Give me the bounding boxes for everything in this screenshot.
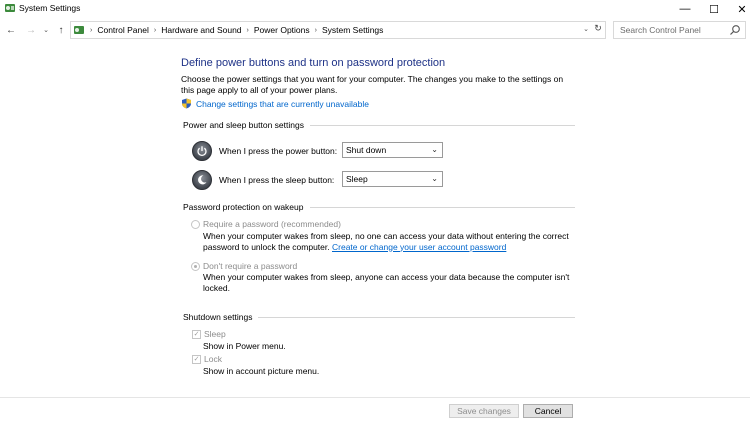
footer-divider (0, 397, 750, 398)
title-bar: System Settings — ☐ ✕ (0, 0, 750, 18)
uac-shield-icon (182, 98, 191, 109)
require-password-description: When your computer wakes from sleep, no … (203, 231, 573, 252)
breadcrumb-separator-icon: › (90, 26, 93, 34)
control-panel-icon (5, 4, 15, 12)
window-title: System Settings (19, 3, 81, 13)
moon-icon (198, 175, 207, 185)
sleep-button-value: Sleep (346, 174, 368, 184)
power-symbol-icon (197, 146, 207, 157)
radio-button[interactable] (191, 219, 200, 229)
power-button-select[interactable]: Shut down ⌄ (342, 142, 443, 158)
password-section-heading: Password protection on wakeup (183, 202, 575, 212)
up-arrow-icon[interactable]: ↑ (54, 22, 68, 38)
breadcrumb-control-panel[interactable]: Control Panel (97, 25, 149, 35)
sleep-checkbox-row[interactable]: ✓ Sleep (192, 329, 226, 339)
power-button-icon (192, 141, 212, 161)
no-password-description: When your computer wakes from sleep, any… (203, 272, 570, 293)
section-divider (309, 206, 575, 208)
cancel-button[interactable]: Cancel (523, 404, 573, 418)
sleep-checkbox-label: Sleep (204, 329, 226, 339)
breadcrumb-separator-icon[interactable]: › (247, 27, 249, 34)
breadcrumb-separator-icon[interactable]: › (315, 27, 317, 34)
lock-checkbox-row[interactable]: ✓ Lock (192, 354, 222, 364)
address-dropdown-chevron-icon[interactable]: ⌄ (583, 25, 589, 33)
power-button-label: When I press the power button: (219, 146, 338, 156)
search-box[interactable]: Search Control Panel (613, 21, 746, 39)
create-password-link[interactable]: Create or change your user account passw… (332, 242, 506, 252)
section-divider (258, 316, 575, 318)
require-password-label: Require a password (recommended) (203, 219, 341, 229)
search-input[interactable]: Search Control Panel (620, 25, 729, 35)
page-title: Define power buttons and turn on passwor… (181, 57, 446, 69)
section-divider (309, 124, 575, 126)
forward-arrow-icon[interactable]: → (24, 22, 38, 38)
lock-checkbox-label: Lock (204, 354, 222, 364)
breadcrumb-separator-icon[interactable]: › (154, 27, 156, 34)
close-button[interactable]: ✕ (727, 0, 750, 18)
recent-locations-chevron-icon[interactable]: ⌄ (41, 22, 51, 38)
chevron-down-icon: ⌄ (431, 174, 438, 183)
admin-settings-link-label[interactable]: Change settings that are currently unava… (196, 99, 369, 109)
power-button-value: Shut down (346, 145, 387, 155)
require-password-desc-text: password to unlock the computer. (203, 241, 330, 252)
minimize-button[interactable]: — (670, 0, 700, 18)
password-section-title: Password protection on wakeup (183, 202, 304, 212)
page-intro: Choose the power settings that you want … (181, 74, 564, 95)
sleep-button-icon (192, 170, 212, 190)
no-password-label: Don't require a password (203, 261, 298, 271)
breadcrumb-power-options[interactable]: Power Options (254, 25, 310, 35)
shutdown-section-heading: Shutdown settings (183, 312, 575, 322)
lock-checkbox[interactable]: ✓ (192, 354, 201, 364)
admin-settings-link[interactable]: Change settings that are currently unava… (181, 98, 369, 109)
lock-checkbox-description: Show in account picture menu. (203, 366, 320, 376)
sleep-button-select[interactable]: Sleep ⌄ (342, 171, 443, 187)
control-panel-icon (74, 26, 84, 34)
navigation-bar: ← → ⌄ ↑ › Control Panel › Hardware and S… (0, 19, 750, 41)
radio-button-selected[interactable] (191, 261, 200, 271)
sleep-button-row: When I press the sleep button: Sleep ⌄ (192, 170, 443, 190)
power-section-title: Power and sleep button settings (183, 120, 304, 130)
sleep-checkbox-description: Show in Power menu. (203, 341, 286, 351)
require-password-radio[interactable]: Require a password (recommended) (191, 219, 341, 229)
save-changes-button[interactable]: Save changes (449, 404, 519, 418)
require-password-desc-line-2: password to unlock the computer. Create … (203, 242, 573, 253)
maximize-button[interactable]: ☐ (699, 0, 729, 18)
back-arrow-icon[interactable]: ← (4, 22, 18, 38)
shutdown-section-title: Shutdown settings (183, 312, 253, 322)
address-bar[interactable]: › Control Panel › Hardware and Sound › P… (70, 21, 606, 39)
refresh-icon[interactable]: ↻ (591, 21, 605, 35)
no-password-radio[interactable]: Don't require a password (191, 261, 297, 271)
breadcrumb-system-settings[interactable]: System Settings (322, 25, 383, 35)
sleep-checkbox[interactable]: ✓ (192, 329, 201, 339)
search-icon (730, 25, 740, 35)
chevron-down-icon: ⌄ (431, 145, 438, 154)
require-password-desc-line: When your computer wakes from sleep, no … (203, 231, 569, 241)
sleep-button-label: When I press the sleep button: (219, 175, 335, 185)
power-section-heading: Power and sleep button settings (183, 120, 575, 130)
breadcrumb-hardware-and-sound[interactable]: Hardware and Sound (161, 25, 241, 35)
power-button-row: When I press the power button: Shut down… (192, 141, 443, 161)
